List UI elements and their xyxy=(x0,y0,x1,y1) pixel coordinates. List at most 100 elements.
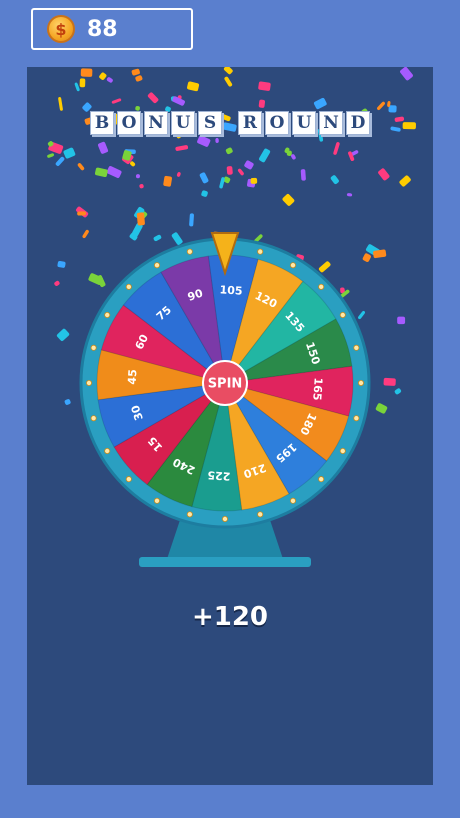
confetti-piece xyxy=(135,174,140,179)
confetti-piece xyxy=(224,76,233,87)
confetti-piece xyxy=(139,184,144,189)
rim-light xyxy=(154,497,161,504)
rim-light xyxy=(339,311,346,318)
confetti-piece xyxy=(250,177,258,184)
rim-light xyxy=(125,283,132,290)
title-letter-block: N xyxy=(144,111,168,135)
rim-light xyxy=(289,262,296,269)
rim-light xyxy=(257,248,264,255)
confetti-piece xyxy=(259,148,271,163)
title-letter-block: B xyxy=(90,111,114,135)
wheel-segment-label: 225 xyxy=(207,468,231,482)
confetti-piece xyxy=(99,72,107,80)
rim-light xyxy=(186,248,193,255)
confetti-piece xyxy=(330,175,339,184)
confetti-piece xyxy=(318,261,331,273)
confetti-piece xyxy=(153,234,162,242)
rim-light xyxy=(221,515,228,522)
confetti-piece xyxy=(377,101,385,110)
rim-light xyxy=(125,476,132,483)
confetti-piece xyxy=(106,77,113,83)
confetti-piece xyxy=(135,75,143,82)
confetti-piece xyxy=(362,253,371,262)
confetti-piece xyxy=(80,68,93,77)
rim-light xyxy=(186,511,193,518)
confetti-piece xyxy=(63,147,76,159)
confetti-piece xyxy=(237,168,244,176)
confetti-piece xyxy=(106,166,122,178)
confetti-piece xyxy=(74,82,80,92)
confetti-piece xyxy=(333,142,340,155)
confetti-piece xyxy=(375,403,388,414)
rim-light xyxy=(257,511,264,518)
game-panel: 105 120 135 150 165 180 195 210 225 240 15 30 45 60 75… xyxy=(27,67,433,785)
confetti-piece xyxy=(175,145,189,151)
rim-light xyxy=(353,415,360,422)
confetti-piece xyxy=(258,99,266,108)
confetti-piece xyxy=(400,67,413,81)
confetti-piece xyxy=(197,135,211,147)
confetti-piece xyxy=(131,68,140,76)
confetti-piece xyxy=(187,81,200,92)
title-letter-block: R xyxy=(238,111,262,135)
rim-light xyxy=(104,447,111,454)
confetti-piece xyxy=(215,137,219,144)
confetti-piece xyxy=(77,163,85,171)
confetti-piece xyxy=(313,97,327,110)
title-letter-block: O xyxy=(265,111,289,135)
confetti-piece xyxy=(201,190,208,197)
wheel-area: 105 1201351501651801952102252401530456075… xyxy=(47,67,416,567)
confetti-piece xyxy=(176,172,181,177)
confetti-piece xyxy=(258,81,271,91)
rim-light xyxy=(154,262,161,269)
confetti-piece xyxy=(346,193,353,197)
confetti-piece xyxy=(47,153,55,158)
confetti-piece xyxy=(226,166,233,175)
title-letter-block: N xyxy=(319,111,343,135)
rim-light xyxy=(104,311,111,318)
confetti-piece xyxy=(358,311,365,320)
confetti-piece xyxy=(56,328,70,341)
rim-light xyxy=(339,447,346,454)
rim-light xyxy=(318,283,325,290)
rim-light xyxy=(353,344,360,351)
bonus-round-title: BONUSROUND xyxy=(27,111,433,135)
rim-light xyxy=(86,379,93,386)
confetti-piece xyxy=(223,67,233,75)
confetti-piece xyxy=(244,160,254,170)
title-letter-block: D xyxy=(346,111,370,135)
coin-icon: $ xyxy=(47,15,75,43)
confetti-piece xyxy=(394,388,402,395)
coin-count: 88 xyxy=(87,16,118,42)
confetti-piece xyxy=(225,147,233,155)
confetti-piece xyxy=(136,212,145,226)
confetti-piece xyxy=(199,172,209,184)
spin-button-label: SPIN xyxy=(208,377,243,392)
rim-light xyxy=(318,476,325,483)
confetti-piece xyxy=(286,150,292,156)
wheel-stand-base xyxy=(139,557,311,567)
rim-light xyxy=(357,379,364,386)
confetti-piece xyxy=(399,175,411,187)
title-letter-block: U xyxy=(292,111,316,135)
confetti-piece xyxy=(64,399,71,405)
confetti-piece xyxy=(163,175,172,187)
confetti-piece xyxy=(98,141,109,154)
title-letter-block: O xyxy=(117,111,141,135)
confetti-piece xyxy=(79,78,86,88)
rim-light xyxy=(90,344,97,351)
confetti-piece xyxy=(219,177,225,189)
confetti-piece xyxy=(82,229,89,239)
confetti-piece xyxy=(189,213,194,227)
confetti-piece xyxy=(397,316,406,325)
confetti-piece xyxy=(147,92,159,104)
confetti-piece xyxy=(55,156,65,166)
title-letter-block: S xyxy=(198,111,222,135)
wheel-segment-label: 165 xyxy=(310,377,324,401)
confetti-piece xyxy=(282,194,295,206)
title-space xyxy=(225,111,235,135)
title-letter-block: U xyxy=(171,111,195,135)
confetti-piece xyxy=(94,167,108,178)
confetti-piece xyxy=(111,98,122,104)
rim-light xyxy=(90,415,97,422)
